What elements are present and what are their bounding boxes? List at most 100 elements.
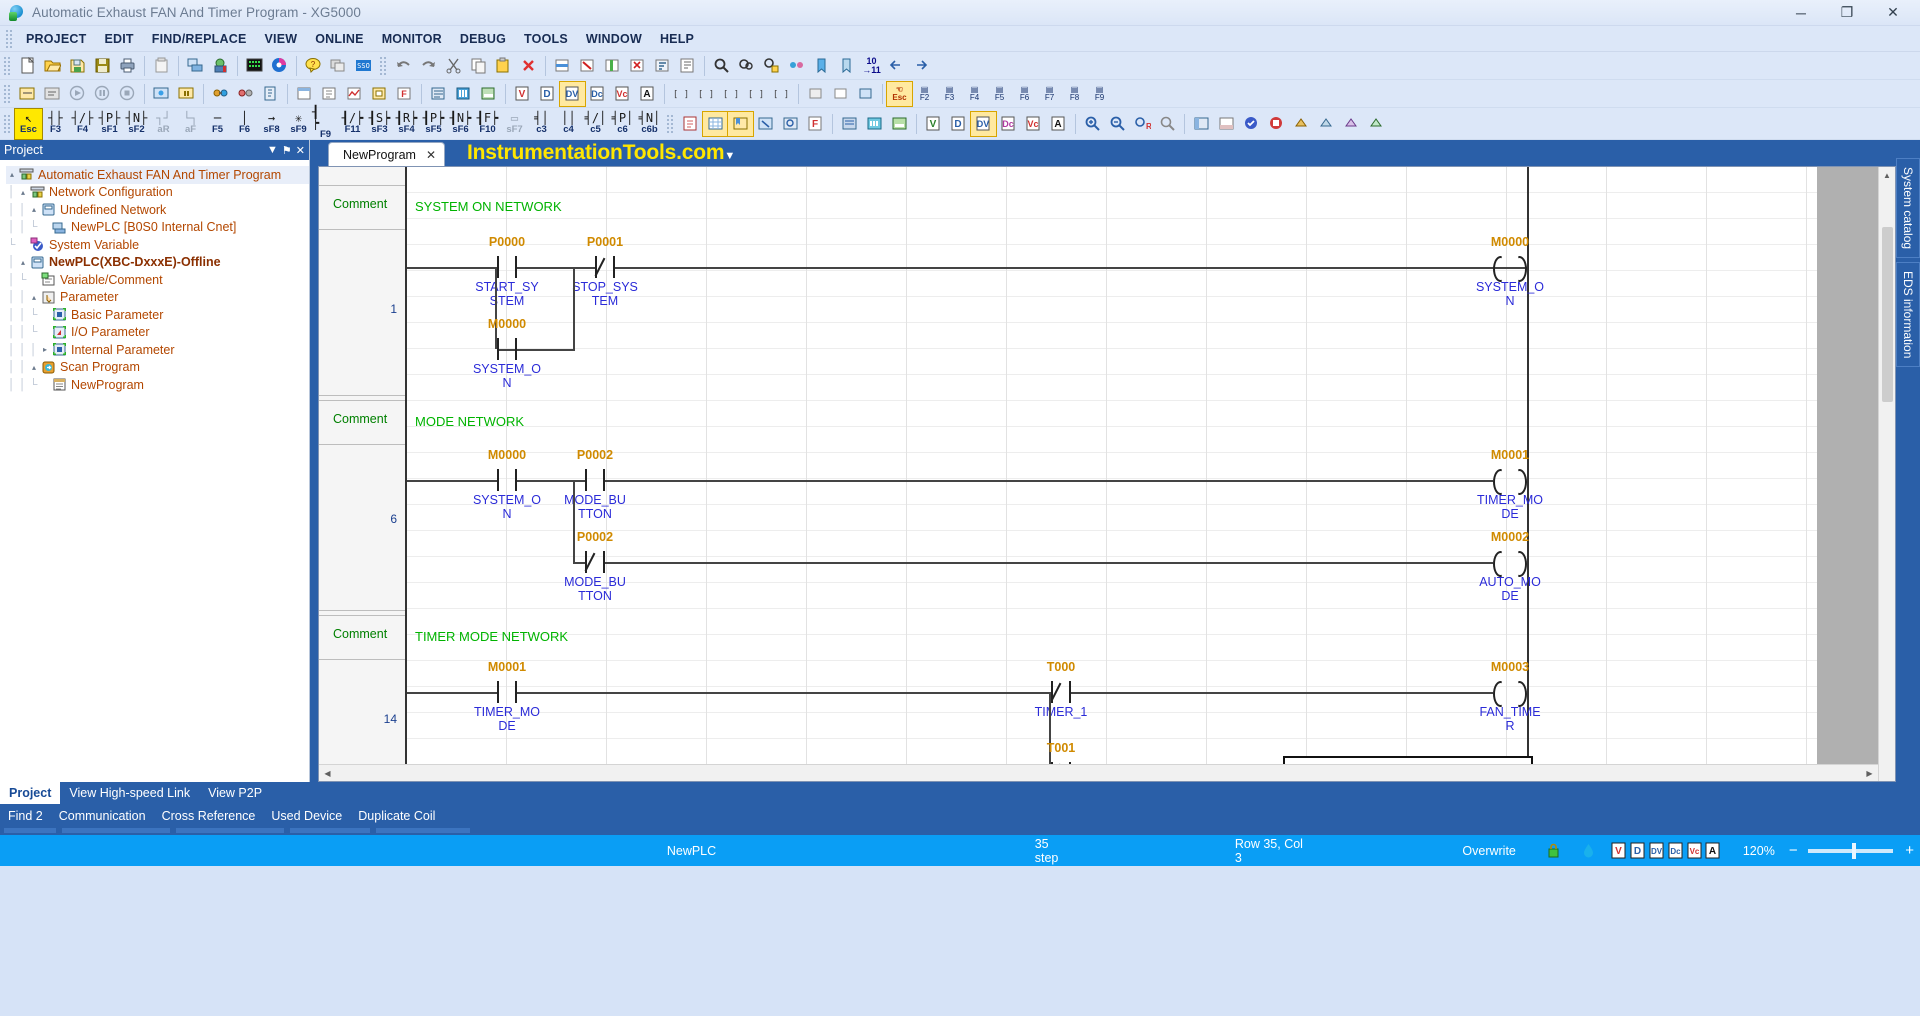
status-view-a-icon[interactable]: A [1704, 841, 1723, 860]
normally-closed-contact-tool[interactable]: ┤/├ F4 [69, 109, 96, 139]
fkey-f7-icon[interactable]: ▤ F7 [1037, 82, 1062, 106]
tile-windows-icon[interactable] [326, 54, 351, 78]
extra-nc-contact-tool[interactable]: ╡/│ c5 [582, 109, 609, 139]
menu-item-online[interactable]: ONLINE [306, 29, 372, 49]
menu-item-view[interactable]: VIEW [256, 29, 307, 49]
status-view-v-icon[interactable]: V [1609, 841, 1628, 860]
all-view-a-icon[interactable]: A [635, 82, 660, 106]
pause-icon[interactable] [90, 82, 115, 106]
reset-coil-tool[interactable]: ┨R┝ sF4 [393, 109, 420, 139]
project-tree[interactable]: ▴ Automatic Exhaust FAN And Timer Program… [0, 160, 309, 782]
io-skip-icon[interactable] [426, 82, 451, 106]
zoom-in-icon[interactable] [1080, 112, 1105, 136]
function-block-tool[interactable]: ┨F┝ F10 [474, 109, 501, 139]
prev-step-icon[interactable] [884, 54, 909, 78]
goto-icon[interactable] [784, 54, 809, 78]
insert-row-icon[interactable] [550, 54, 575, 78]
positive-coil-tool[interactable]: ┨P┝ sF5 [420, 109, 447, 139]
tab-close-icon[interactable]: ✕ [426, 148, 436, 162]
negative-transition-contact-tool[interactable]: ┤N├ sF2 [123, 109, 150, 139]
horizontal-line-tool[interactable]: ─ F5 [204, 109, 231, 139]
normally-open-contact-tool[interactable]: ┤├ F3 [42, 109, 69, 139]
tree-twisty[interactable]: ▴ [28, 363, 40, 372]
output-comment-icon[interactable] [862, 112, 887, 136]
menu-gripper[interactable] [5, 28, 14, 49]
bookmark-clear-icon[interactable] [753, 112, 778, 136]
fkey-f3-icon[interactable]: ▤ F3 [937, 82, 962, 106]
fkey-f8-icon[interactable]: ▤ F8 [1062, 82, 1087, 106]
tree-item-newplc-xbc-dxxxe-offline[interactable]: │ ▴ NewPLC(XBC-DxxxE)-Offline [6, 254, 309, 272]
tree-twisty[interactable]: ▴ [6, 170, 18, 179]
view-dv-icon[interactable]: DV [970, 110, 997, 137]
tree-item-undefined-network[interactable]: │ │ ▴ Undefined Network [6, 201, 309, 219]
normally-open-contact[interactable] [585, 469, 605, 491]
bottom-tab-view-p2p[interactable]: View P2P [199, 782, 271, 804]
view-v-icon[interactable]: V [921, 112, 946, 136]
cut-icon[interactable] [441, 54, 466, 78]
menu-item-find-replace[interactable]: FIND/REPLACE [143, 29, 256, 49]
tree-item-scan-program[interactable]: │ │ ▴ Scan Program [6, 359, 309, 377]
sso-login-icon[interactable]: SSO [351, 54, 376, 78]
tree-twisty[interactable]: ▸ [39, 345, 51, 354]
write-plc-icon[interactable] [183, 54, 208, 78]
properties-icon[interactable] [675, 54, 700, 78]
extra-p-contact-tool[interactable]: ╡P│ c6 [609, 109, 636, 139]
copy-icon[interactable] [466, 54, 491, 78]
disconnect-icon[interactable] [233, 82, 258, 106]
fkey-f9-icon[interactable]: ▤ F9 [1087, 82, 1112, 106]
negative-coil-tool[interactable]: ┨N┝ sF6 [447, 109, 474, 139]
tree-item-newprogram[interactable]: │ │ └ NewProgram [6, 376, 309, 394]
toolbar-gripper-5[interactable] [666, 113, 675, 134]
force-io-icon[interactable]: F [392, 82, 417, 106]
menu-item-monitor[interactable]: MONITOR [373, 29, 451, 49]
bracket-2-icon[interactable]: [ ] [694, 82, 719, 106]
negated-coil-tool[interactable]: ┨/┝ F11 [339, 109, 366, 139]
device-comment-view-icon[interactable]: Dc [585, 82, 610, 106]
status-view-vc-icon[interactable]: Vc [1685, 841, 1704, 860]
var-monitor-icon[interactable] [292, 82, 317, 106]
mnemonic-view-icon[interactable] [40, 82, 65, 106]
device-view-d-icon[interactable]: D [535, 82, 560, 106]
delete-line-tool[interactable]: ✳ sF9 [285, 109, 312, 139]
coil-tool[interactable]: ┨ ┝ F9 [312, 106, 339, 140]
tree-item-variable-comment[interactable]: │ └ Variable/Comment [6, 271, 309, 289]
stop-icon[interactable] [115, 82, 140, 106]
redo-icon[interactable] [416, 54, 441, 78]
comment-list-icon[interactable] [678, 112, 703, 136]
subtab-cross-reference[interactable]: Cross Reference [154, 809, 264, 823]
tree-item-system-variable[interactable]: └ System Variable [6, 236, 309, 254]
bracket-1-icon[interactable]: [ ] [669, 82, 694, 106]
escape-tool-icon[interactable]: ☜ Esc [886, 80, 913, 107]
delete-row-icon[interactable] [575, 54, 600, 78]
toolbar-gripper-4[interactable] [3, 113, 12, 134]
read-plc-icon[interactable] [208, 54, 233, 78]
normally-open-contact[interactable] [497, 469, 517, 491]
subtab-communication[interactable]: Communication [51, 809, 154, 823]
close-icon[interactable]: ✕ [296, 144, 305, 157]
view-d-icon[interactable]: D [946, 112, 971, 136]
label-comment-icon[interactable] [887, 112, 912, 136]
zoom-out-icon[interactable] [1105, 112, 1130, 136]
special-module-icon[interactable] [367, 82, 392, 106]
normally-open-contact[interactable] [497, 256, 517, 278]
sort-icon[interactable] [650, 54, 675, 78]
zoom-slider-knob[interactable] [1851, 842, 1856, 859]
fkey-f6-icon[interactable]: ▤ F6 [1012, 82, 1037, 106]
vertical-scroll-thumb[interactable] [1882, 227, 1893, 402]
find-next-icon[interactable] [734, 54, 759, 78]
search-result-icon[interactable] [1155, 112, 1180, 136]
function-list-icon[interactable]: F [803, 112, 828, 136]
horizontal-scrollbar[interactable]: ◀ ▶ [319, 764, 1878, 781]
rung-comment-icon[interactable] [837, 112, 862, 136]
output-coil[interactable] [1493, 551, 1527, 573]
positive-transition-contact-tool[interactable]: ┤P├ sF1 [96, 109, 123, 139]
extra-contact-tool[interactable]: ││ c4 [555, 109, 582, 139]
tree-twisty[interactable]: ▴ [28, 293, 40, 302]
watch-window-4-icon[interactable] [1364, 112, 1389, 136]
paste-icon[interactable] [491, 54, 516, 78]
bracket-3-icon[interactable]: [ ] [719, 82, 744, 106]
normally-closed-contact[interactable] [584, 551, 605, 573]
monitor-pause-icon[interactable] [174, 82, 199, 106]
tree-item-i-o-parameter[interactable]: │ │ └ I/O Parameter [6, 324, 309, 342]
set-coil-tool[interactable]: ┨S┝ sF3 [366, 109, 393, 139]
